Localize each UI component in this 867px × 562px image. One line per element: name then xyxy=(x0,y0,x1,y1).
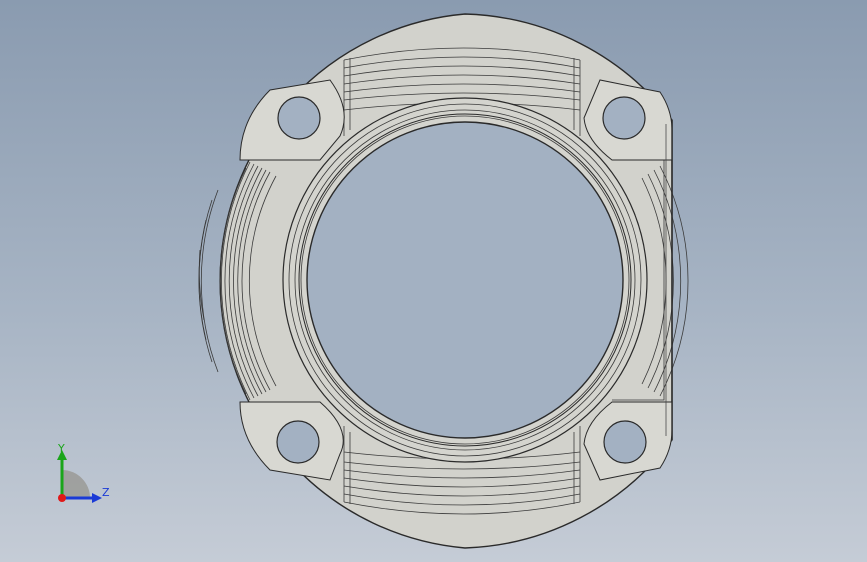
y-axis-label: Y xyxy=(58,442,65,455)
z-axis-label: Z xyxy=(102,486,110,499)
x-axis-dot xyxy=(58,494,66,502)
graphics-viewport[interactable]: Y Z xyxy=(0,0,867,562)
triad-xy-plane xyxy=(62,470,90,498)
bolt-hole-bottom-right xyxy=(603,420,647,464)
z-axis-arrowhead xyxy=(92,493,102,503)
view-orientation-triad[interactable]: Y Z xyxy=(48,440,118,510)
flange-model[interactable] xyxy=(0,0,867,562)
bolt-hole-top-right xyxy=(602,96,646,140)
bolt-hole-top-left xyxy=(277,96,321,140)
bolt-hole-bottom-left xyxy=(276,420,320,464)
central-bore xyxy=(306,121,624,439)
